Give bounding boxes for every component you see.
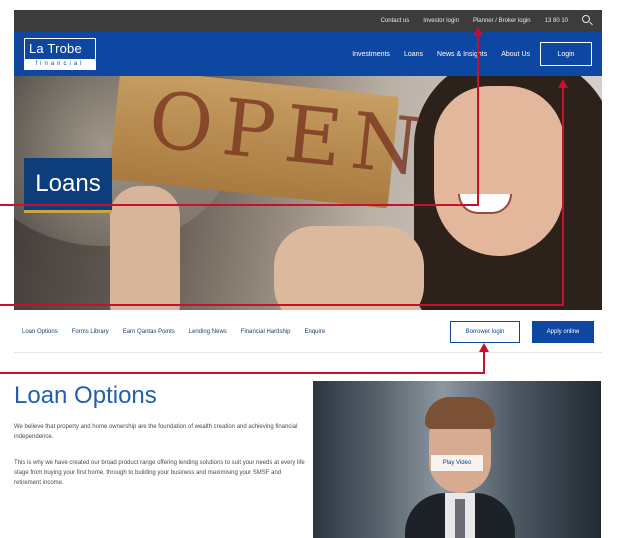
investor-login-link[interactable]: Investor login <box>423 18 459 24</box>
video-person-tie <box>455 499 465 538</box>
nav-item-loans[interactable]: Loans <box>404 51 423 58</box>
hero-banner: OPEN Loans <box>14 76 602 310</box>
sub-nav: Loan Options Forms Library Earn Qantas P… <box>14 312 602 353</box>
hero-title: Loans <box>24 158 112 210</box>
search-icon[interactable] <box>582 15 590 23</box>
hero-hand-left <box>110 186 180 310</box>
annotation-line-borrower-login <box>0 350 485 374</box>
hero-person-face <box>434 86 564 256</box>
nav-menu: Investments Loans News & Insights About … <box>352 32 530 76</box>
utility-bar: Contact us Investor login Planner / Brok… <box>14 10 602 32</box>
sub-nav-links: Loan Options Forms Library Earn Qantas P… <box>22 312 325 352</box>
subnav-item-earn-qantas-points[interactable]: Earn Qantas Points <box>123 329 175 335</box>
product-paragraph: This is why we have created our broad pr… <box>14 460 305 486</box>
nav-item-news-insights[interactable]: News & Insights <box>437 51 487 58</box>
video-person-hair <box>425 397 495 429</box>
hero-hand-right <box>274 226 424 310</box>
apply-online-button[interactable]: Apply online <box>532 321 594 343</box>
logo-name: La Trobe <box>29 41 82 56</box>
hero-title-underline <box>24 210 112 213</box>
login-button[interactable]: Login <box>540 42 592 66</box>
subnav-item-enquire[interactable]: Enquire <box>304 329 325 335</box>
contact-us-link[interactable]: Contact us <box>381 18 410 24</box>
phone-number-link[interactable]: 13 80 10 <box>545 18 568 24</box>
borrower-login-button[interactable]: Borrower login <box>450 321 520 343</box>
la-trobe-logo[interactable]: La Trobe financial <box>24 38 96 70</box>
nav-item-investments[interactable]: Investments <box>352 51 390 58</box>
subnav-item-forms-library[interactable]: Forms Library <box>72 329 109 335</box>
open-sign-text: OPEN <box>144 76 435 195</box>
nav-item-about-us[interactable]: About Us <box>501 51 530 58</box>
main-nav: La Trobe financial Investments Loans New… <box>14 32 602 76</box>
planner-broker-login-link[interactable]: Planner / Broker login <box>473 18 531 24</box>
subnav-item-financial-hardship[interactable]: Financial Hardship <box>241 329 291 335</box>
intro-paragraph: We believe that property and home owners… <box>14 424 298 440</box>
video-thumbnail[interactable]: Play Video <box>313 381 601 538</box>
utility-links: Contact us Investor login Planner / Brok… <box>381 10 568 32</box>
page-title: Loan Options <box>14 382 157 409</box>
logo-sub: financial <box>25 59 95 69</box>
play-video-button[interactable]: Play Video <box>431 455 483 471</box>
subnav-item-lending-news[interactable]: Lending News <box>189 329 227 335</box>
subnav-item-loan-options[interactable]: Loan Options <box>22 329 58 335</box>
